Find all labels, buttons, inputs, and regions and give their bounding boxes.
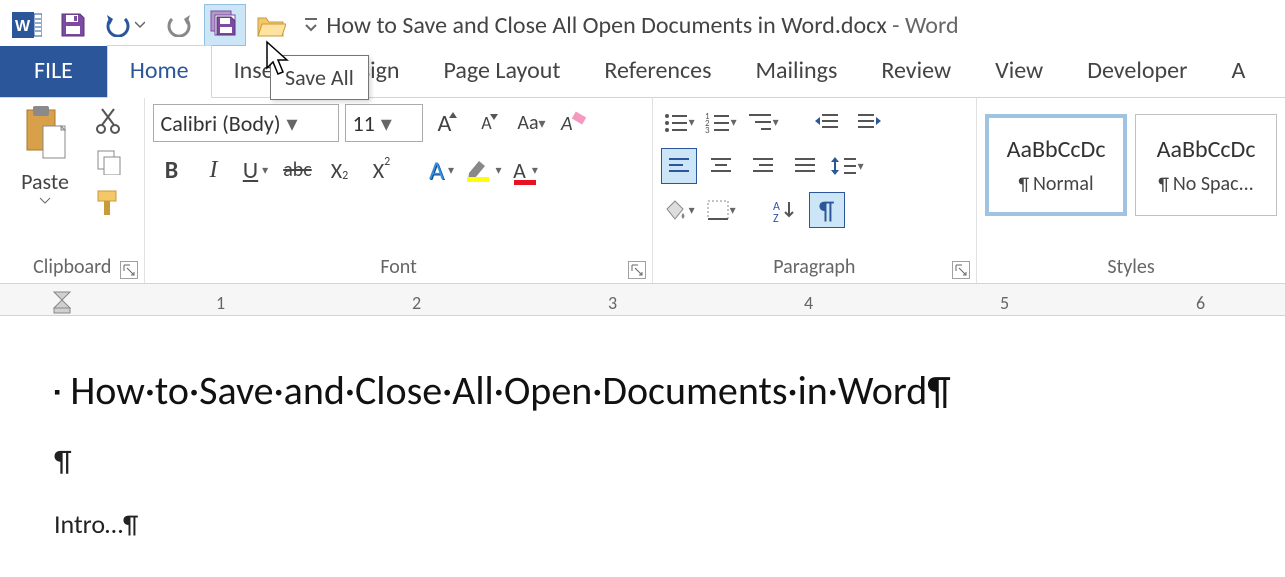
tab-developer[interactable]: Developer	[1065, 46, 1209, 97]
group-paragraph: ▾ 123▾ ▾ ▾ ▾ ▾ AZ ¶ P	[653, 98, 977, 283]
font-family-value: Calibri (Body)	[160, 110, 280, 137]
clipboard-dialog-launcher-icon[interactable]	[120, 261, 138, 279]
customize-qat-icon[interactable]	[296, 4, 326, 46]
ribbon-tabs: FILE Home Insert Design Page Layout Refe…	[0, 50, 1285, 98]
style-name: ¶Normal	[1018, 172, 1093, 196]
numbering-icon[interactable]: 123▾	[703, 104, 739, 140]
strikethrough-icon[interactable]: abc	[279, 152, 315, 188]
align-center-icon[interactable]	[703, 148, 739, 184]
tab-page-layout[interactable]: Page Layout	[422, 46, 583, 97]
superscript-icon[interactable]: X2	[363, 152, 399, 188]
cut-icon[interactable]	[91, 104, 127, 140]
undo-icon[interactable]	[98, 4, 154, 46]
align-left-icon[interactable]	[661, 148, 697, 184]
show-hide-pilcrow-icon[interactable]: ¶	[809, 192, 845, 228]
tab-home[interactable]: Home	[107, 45, 212, 98]
chevron-down-icon: ▾	[381, 110, 392, 137]
svg-text:A: A	[560, 112, 573, 136]
change-case-icon[interactable]: Aa▾	[513, 105, 549, 141]
word-app-icon[interactable]: W	[6, 4, 48, 46]
style-preview: AaBbCcDc	[1007, 135, 1106, 164]
style-normal[interactable]: AaBbCcDc ¶Normal	[985, 114, 1127, 216]
decrease-indent-icon[interactable]	[809, 104, 845, 140]
line-spacing-icon[interactable]: ▾	[829, 148, 865, 184]
font-size-combo[interactable]: 11 ▾	[345, 104, 423, 142]
paragraph-dialog-launcher-icon[interactable]	[952, 261, 970, 279]
group-styles-label: Styles	[977, 251, 1285, 283]
copy-icon[interactable]	[91, 144, 127, 180]
bullets-icon[interactable]: ▾	[661, 104, 697, 140]
text-effects-icon[interactable]: A▾	[423, 152, 459, 188]
style-no-spacing[interactable]: AaBbCcDc ¶No Spac...	[1135, 114, 1277, 216]
titlebar: W How to Save and Close All Open Documen…	[0, 0, 1285, 50]
chevron-down-icon: ▾	[287, 110, 298, 137]
group-clipboard-label: Clipboard	[0, 251, 144, 283]
tab-view[interactable]: View	[973, 46, 1065, 97]
group-font-label: Font	[145, 251, 651, 283]
paste-button[interactable]: Paste	[8, 104, 82, 205]
format-painter-icon[interactable]	[91, 184, 127, 220]
ruler[interactable]: 1 2 3 4 5 6	[0, 284, 1285, 316]
font-family-combo[interactable]: Calibri (Body) ▾	[153, 104, 339, 142]
app-name: Word	[905, 11, 959, 40]
group-clipboard: Paste Clipboard	[0, 98, 145, 283]
svg-text:Z: Z	[773, 212, 779, 222]
bold-icon[interactable]: B	[153, 152, 189, 188]
save-all-icon[interactable]	[204, 4, 246, 46]
tab-mailings[interactable]: Mailings	[734, 46, 860, 97]
save-icon[interactable]	[52, 4, 94, 46]
font-size-value: 11	[352, 110, 374, 137]
clear-formatting-icon[interactable]: A	[555, 105, 591, 141]
font-color-icon[interactable]: A▾	[507, 152, 543, 188]
tab-addins-cut[interactable]: A	[1209, 46, 1267, 97]
sort-icon[interactable]: AZ	[767, 192, 803, 228]
doc-heading[interactable]: How·to·Save·and·Close·All·Open·Documents…	[54, 366, 1285, 415]
shading-icon[interactable]: ▾	[661, 192, 697, 228]
style-name: ¶No Spac...	[1158, 172, 1253, 196]
mouse-cursor	[265, 40, 291, 76]
tab-file[interactable]: FILE	[0, 46, 107, 97]
justify-icon[interactable]	[787, 148, 823, 184]
ruler-scale: 1 2 3 4 5 6	[0, 292, 1285, 310]
multilevel-list-icon[interactable]: ▾	[745, 104, 781, 140]
paste-label: Paste	[21, 168, 69, 195]
undo-dropdown-icon[interactable]	[135, 20, 147, 30]
blank-paragraph[interactable]: ¶	[54, 443, 1285, 480]
ribbon: Paste Clipboard Calibri (Body) ▾ 11	[0, 98, 1285, 284]
style-preview: AaBbCcDc	[1157, 135, 1256, 164]
group-paragraph-label: Paragraph	[653, 251, 976, 283]
document-name: How to Save and Close All Open Documents…	[326, 11, 886, 40]
underline-icon[interactable]: U▾	[237, 152, 273, 188]
intro-paragraph[interactable]: Intro…¶	[54, 508, 1285, 540]
group-font: Calibri (Body) ▾ 11 ▾ A A Aa▾ A B I U▾ a…	[145, 98, 652, 283]
document-area[interactable]: How·to·Save·and·Close·All·Open·Documents…	[0, 316, 1285, 540]
borders-icon[interactable]: ▾	[703, 192, 739, 228]
highlight-icon[interactable]: ▾	[465, 152, 501, 188]
tab-review[interactable]: Review	[859, 46, 973, 97]
tab-references[interactable]: References	[582, 46, 733, 97]
svg-text:W: W	[15, 18, 31, 35]
group-styles: AaBbCcDc ¶Normal AaBbCcDc ¶No Spac... St…	[977, 98, 1285, 283]
font-dialog-launcher-icon[interactable]	[628, 261, 646, 279]
shrink-font-icon[interactable]: A	[471, 105, 507, 141]
align-right-icon[interactable]	[745, 148, 781, 184]
grow-font-icon[interactable]: A	[429, 105, 465, 141]
redo-icon[interactable]	[158, 4, 200, 46]
increase-indent-icon[interactable]	[851, 104, 887, 140]
svg-text:3: 3	[705, 125, 710, 133]
italic-icon[interactable]: I	[195, 152, 231, 188]
subscript-icon[interactable]: X2	[321, 152, 357, 188]
